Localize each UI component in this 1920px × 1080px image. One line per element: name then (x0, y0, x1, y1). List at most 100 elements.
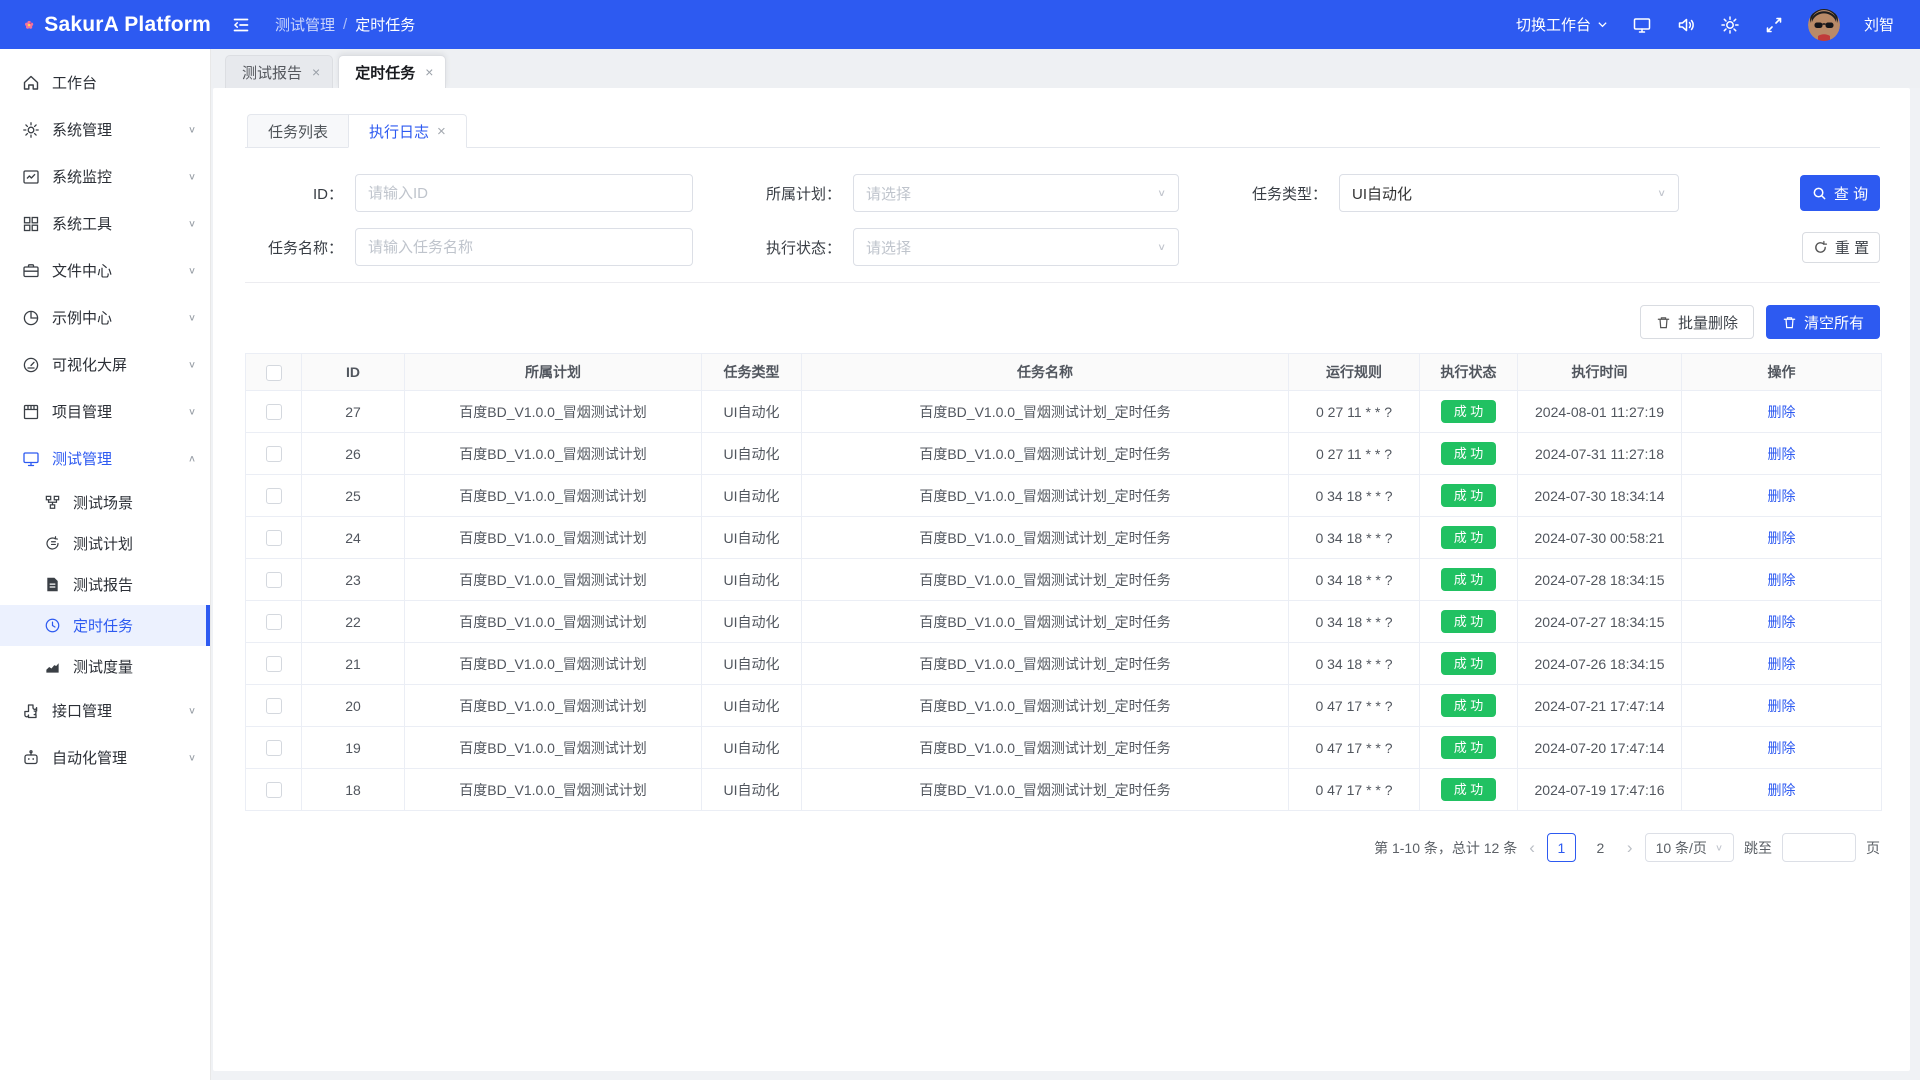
cell-id: 21 (302, 643, 405, 685)
cell-rule: 0 34 18 * * ? (1289, 475, 1420, 517)
sidebar-collapse-icon[interactable] (231, 15, 251, 35)
page-unit-label: 页 (1866, 838, 1880, 858)
row-checkbox[interactable] (266, 740, 282, 756)
page-size-select[interactable]: 10 条/页 ∨ (1645, 833, 1734, 862)
page-1-button[interactable]: 1 (1547, 833, 1576, 862)
cell-checkbox (246, 433, 302, 475)
cell-checkbox (246, 475, 302, 517)
tab-scheduled-task[interactable]: 定时任务 × (338, 55, 446, 88)
inner-tab-execution-log[interactable]: 执行日志 × (348, 114, 467, 148)
trash-icon (1782, 315, 1797, 330)
cell-type: UI自动化 (702, 643, 802, 685)
sidebar-item-visual-dashboard[interactable]: 可视化大屏 ∨ (0, 341, 210, 388)
type-select[interactable]: UI自动化 ∨ (1339, 174, 1679, 212)
sidebar-item-project-management[interactable]: 项目管理 ∨ (0, 388, 210, 435)
row-checkbox[interactable] (266, 488, 282, 504)
user-avatar[interactable] (1808, 9, 1840, 41)
cell-type: UI自动化 (702, 601, 802, 643)
delete-link[interactable]: 删除 (1768, 530, 1796, 546)
plan-select[interactable]: 请选择 ∨ (853, 174, 1179, 212)
table-toolbar: 批量删除 清空所有 (245, 305, 1880, 339)
divider (245, 282, 1880, 283)
sidebar-item-example-center[interactable]: 示例中心 ∨ (0, 294, 210, 341)
clock-icon (44, 617, 61, 634)
inner-tab-task-list[interactable]: 任务列表 (247, 114, 348, 148)
page-2-button[interactable]: 2 (1586, 833, 1615, 862)
delete-link[interactable]: 删除 (1768, 614, 1796, 630)
row-checkbox[interactable] (266, 530, 282, 546)
delete-link[interactable]: 删除 (1768, 740, 1796, 756)
close-icon[interactable]: × (312, 64, 320, 80)
cell-time: 2024-07-21 17:47:14 (1518, 685, 1682, 727)
row-checkbox[interactable] (266, 614, 282, 630)
batch-delete-button[interactable]: 批量删除 (1640, 305, 1754, 339)
sidebar-item-workbench[interactable]: 工作台 (0, 59, 210, 106)
cell-name: 百度BD_V1.0.0_冒烟测试计划_定时任务 (802, 685, 1289, 727)
select-all-checkbox[interactable] (266, 365, 282, 381)
row-checkbox[interactable] (266, 404, 282, 420)
sidebar-item-scheduled-task[interactable]: 定时任务 (0, 605, 210, 646)
delete-link[interactable]: 删除 (1768, 572, 1796, 588)
home-icon (22, 74, 40, 92)
status-label: 执行状态： (743, 237, 853, 258)
row-checkbox[interactable] (266, 572, 282, 588)
workspace-switch[interactable]: 切换工作台 (1516, 14, 1608, 35)
delete-link[interactable]: 删除 (1768, 698, 1796, 714)
sidebar-item-file-center[interactable]: 文件中心 ∨ (0, 247, 210, 294)
fullscreen-icon[interactable] (1764, 15, 1784, 35)
tab-test-report[interactable]: 测试报告 × (225, 55, 333, 88)
settings-gear-icon[interactable] (1720, 15, 1740, 35)
name-input[interactable] (355, 228, 693, 266)
jump-page-input[interactable] (1782, 833, 1856, 862)
chevron-down-icon: ∨ (1657, 187, 1666, 198)
chevron-down-icon: ∨ (188, 218, 196, 229)
sidebar-item-test-report[interactable]: 测试报告 (0, 564, 210, 605)
search-button[interactable]: 查 询 (1800, 175, 1880, 211)
id-input[interactable] (355, 174, 693, 212)
chevron-down-icon: ∨ (188, 359, 196, 370)
sidebar-item-system-tools[interactable]: 系统工具 ∨ (0, 200, 210, 247)
delete-link[interactable]: 删除 (1768, 656, 1796, 672)
sidebar-item-test-scene[interactable]: 测试场景 (0, 482, 210, 523)
cell-time: 2024-07-30 00:58:21 (1518, 517, 1682, 559)
sidebar-item-automation-management[interactable]: 自动化管理 ∨ (0, 734, 210, 781)
close-icon[interactable]: × (437, 123, 446, 140)
pagination: 第 1-10 条，总计 12 条 ‹ 1 2 › 10 条/页 ∨ 跳至 页 (245, 833, 1880, 862)
clear-all-button[interactable]: 清空所有 (1766, 305, 1880, 339)
delete-link[interactable]: 删除 (1768, 782, 1796, 798)
close-icon[interactable]: × (425, 64, 433, 80)
row-checkbox[interactable] (266, 698, 282, 714)
delete-link[interactable]: 删除 (1768, 488, 1796, 504)
sidebar-item-test-metrics[interactable]: 测试度量 (0, 646, 210, 687)
row-checkbox[interactable] (266, 782, 282, 798)
column-time: 执行时间 (1518, 354, 1682, 391)
sidebar-item-system-monitor[interactable]: 系统监控 ∨ (0, 153, 210, 200)
gear-icon (22, 121, 40, 139)
row-checkbox[interactable] (266, 446, 282, 462)
sidebar-item-test-plan[interactable]: 测试计划 (0, 523, 210, 564)
table-row: 25 百度BD_V1.0.0_冒烟测试计划 UI自动化 百度BD_V1.0.0_… (246, 475, 1882, 517)
sidebar-item-test-management[interactable]: 测试管理 ∧ (0, 435, 210, 482)
monitor-icon[interactable] (1632, 15, 1652, 35)
status-badge: 成 功 (1441, 736, 1497, 759)
top-bar: SakurA Platform 测试管理 / 定时任务 切换工作台 (0, 0, 1920, 49)
sidebar-item-api-management[interactable]: 接口管理 ∨ (0, 687, 210, 734)
table-row: 22 百度BD_V1.0.0_冒烟测试计划 UI自动化 百度BD_V1.0.0_… (246, 601, 1882, 643)
cell-id: 23 (302, 559, 405, 601)
breadcrumb-parent[interactable]: 测试管理 (275, 14, 335, 35)
content-card: 任务列表 执行日志 × ID： 所属计划： (213, 88, 1910, 1071)
cell-plan: 百度BD_V1.0.0_冒烟测试计划 (405, 769, 702, 811)
volume-icon[interactable] (1676, 15, 1696, 35)
table-row: 18 百度BD_V1.0.0_冒烟测试计划 UI自动化 百度BD_V1.0.0_… (246, 769, 1882, 811)
delete-link[interactable]: 删除 (1768, 404, 1796, 420)
cell-id: 19 (302, 727, 405, 769)
username[interactable]: 刘智 (1864, 14, 1894, 35)
row-checkbox[interactable] (266, 656, 282, 672)
prev-page-icon[interactable]: ‹ (1527, 839, 1537, 856)
next-page-icon[interactable]: › (1625, 839, 1635, 856)
delete-link[interactable]: 删除 (1768, 446, 1796, 462)
sidebar-item-system-management[interactable]: 系统管理 ∨ (0, 106, 210, 153)
reset-button[interactable]: 重 置 (1802, 232, 1880, 263)
status-select[interactable]: 请选择 ∨ (853, 228, 1179, 266)
cell-id: 24 (302, 517, 405, 559)
